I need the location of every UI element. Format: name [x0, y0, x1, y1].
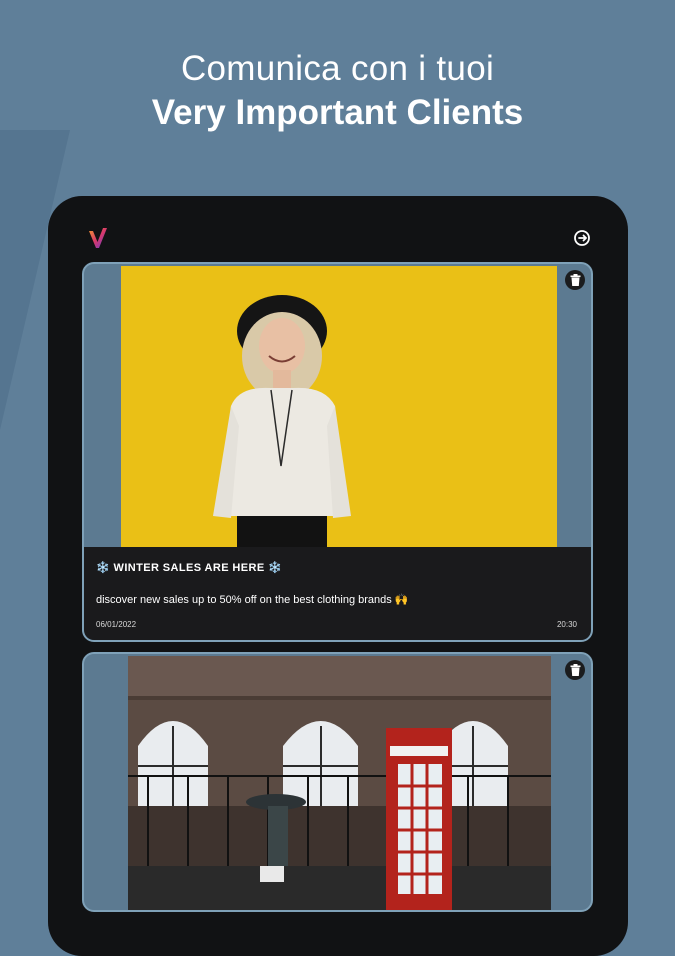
trash-icon: [570, 664, 580, 676]
post-card[interactable]: ❄️ WINTER SALES ARE HERE ❄️ discover new…: [82, 262, 593, 642]
post-caption: ❄️ WINTER SALES ARE HERE ❄️ discover new…: [84, 547, 591, 640]
delete-post-button[interactable]: [565, 270, 585, 290]
headline-line-2: Very Important Clients: [151, 93, 524, 132]
v-logo-icon[interactable]: [87, 226, 109, 250]
trash-icon: [570, 274, 580, 286]
headline-line-1: Comunica con i tuoi: [180, 49, 495, 88]
post-card[interactable]: [82, 652, 593, 912]
delete-post-button[interactable]: [565, 660, 585, 680]
woman-in-hat-yellow-wall-photo: [121, 266, 557, 547]
post-photo: [128, 656, 551, 910]
post-body: discover new sales up to 50% off on the …: [96, 594, 409, 606]
post-time: 20:30: [556, 620, 577, 629]
logout-icon[interactable]: [572, 228, 592, 248]
post-photo: [121, 266, 557, 547]
post-title: ❄️ WINTER SALES ARE HERE ❄️: [96, 562, 283, 574]
post-date: 06/01/2022: [96, 620, 137, 629]
promo-headline: Comunica con i tuoi Very Important Clien…: [0, 48, 675, 136]
red-telephone-box-street-photo: [128, 656, 551, 910]
